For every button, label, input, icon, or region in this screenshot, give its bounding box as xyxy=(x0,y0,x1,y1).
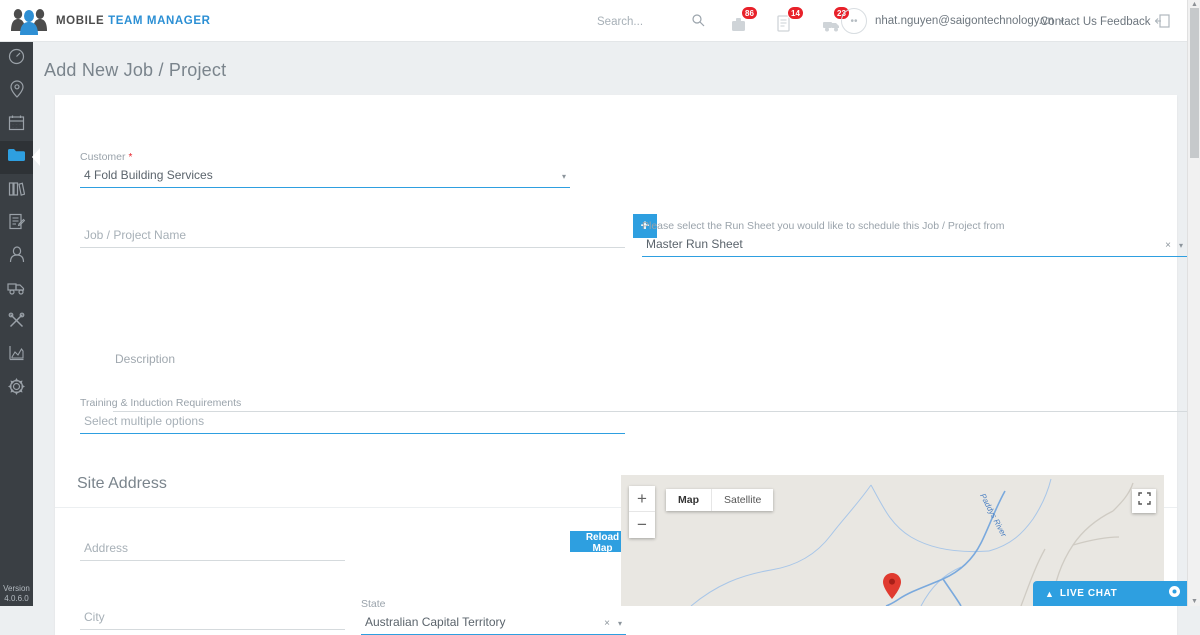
feedback-link[interactable]: Feedback xyxy=(1100,16,1151,28)
gear-icon xyxy=(8,378,25,400)
sidebar-item-tools[interactable] xyxy=(0,306,33,339)
job-name-field-group xyxy=(80,226,625,248)
chevron-down-icon[interactable]: ▾ xyxy=(1179,241,1183,250)
chart-icon xyxy=(8,345,25,366)
sidebar-item-dashboard[interactable] xyxy=(0,42,33,75)
sidebar-item-jobs-projects[interactable] xyxy=(0,141,33,174)
brand-name-secondary: TEAM MANAGER xyxy=(108,15,210,27)
scrollbar-thumb[interactable] xyxy=(1190,8,1199,158)
version-number: 4.0.6.0 xyxy=(0,594,33,604)
city-input[interactable] xyxy=(80,608,345,630)
notification-group: 86 14 23 xyxy=(728,6,846,34)
training-label: Training & Induction Requirements xyxy=(80,397,625,409)
speedometer-icon xyxy=(8,48,25,70)
sidebar-item-reports[interactable] xyxy=(0,339,33,372)
notification-jobs[interactable]: 86 xyxy=(728,6,754,34)
run-sheet-field-group: Please select the Run Sheet you would li… xyxy=(642,220,1187,257)
user-menu[interactable]: •• nhat.nguyen@saigontechnology.vn ▾ xyxy=(841,8,1064,34)
sidebar-item-forms[interactable] xyxy=(0,207,33,240)
truck-icon xyxy=(7,280,26,300)
sidebar-item-library[interactable] xyxy=(0,174,33,207)
map-marker-icon[interactable] xyxy=(883,573,901,604)
job-name-input[interactable] xyxy=(80,226,625,248)
calendar-icon xyxy=(8,114,25,136)
state-label: State xyxy=(361,598,626,610)
page-title: Add New Job / Project xyxy=(33,42,1193,81)
person-icon xyxy=(9,246,25,268)
search-box[interactable] xyxy=(595,12,715,32)
required-marker: * xyxy=(128,152,132,163)
folder-icon xyxy=(7,147,26,168)
search-icon[interactable] xyxy=(692,14,705,32)
state-input[interactable] xyxy=(361,613,626,635)
contact-us-link[interactable]: Contact Us xyxy=(1040,16,1097,28)
map-fullscreen-button[interactable] xyxy=(1132,489,1156,513)
document-edit-icon xyxy=(8,213,25,235)
clear-icon[interactable]: × xyxy=(1165,240,1171,251)
scroll-up-arrow-icon[interactable]: ▲ xyxy=(1191,1,1198,8)
map-type-satellite-button[interactable]: Satellite xyxy=(712,489,773,511)
map-pin-icon xyxy=(10,80,24,103)
badge-count: 86 xyxy=(741,6,758,20)
address-input[interactable] xyxy=(80,539,345,561)
user-email-label: nhat.nguyen@saigontechnology.vn xyxy=(875,15,1054,27)
notification-documents[interactable]: 14 xyxy=(774,6,800,34)
mobile-team-manager-logo-icon xyxy=(8,6,50,36)
brand-name-primary: MOBILE xyxy=(56,15,104,27)
logout-icon[interactable] xyxy=(1155,13,1171,34)
sidebar-item-fleet[interactable] xyxy=(0,273,33,306)
tools-cross-icon xyxy=(8,312,25,334)
chevron-down-icon[interactable]: ▾ xyxy=(618,619,622,628)
left-sidebar: Version 4.0.6.0 xyxy=(0,42,33,606)
avatar: •• xyxy=(841,8,867,34)
site-address-section-title: Site Address xyxy=(77,475,167,493)
books-icon xyxy=(8,180,25,202)
training-input[interactable] xyxy=(80,412,625,434)
run-sheet-label: Please select the Run Sheet you would li… xyxy=(642,220,1187,232)
customer-label: Customer * xyxy=(80,151,570,163)
brand-logo-area[interactable]: MOBILE TEAM MANAGER xyxy=(0,6,400,36)
clear-icon[interactable]: × xyxy=(604,618,610,629)
address-field-group xyxy=(80,539,345,561)
vertical-scrollbar[interactable]: ▲ ▼ xyxy=(1187,0,1200,606)
live-chat-widget[interactable]: ▲ LIVE CHAT xyxy=(1033,581,1193,606)
chevron-up-icon[interactable]: ▲ xyxy=(1045,589,1054,599)
search-input[interactable] xyxy=(595,15,690,29)
gear-icon[interactable] xyxy=(1168,585,1181,603)
map-type-switcher: Map Satellite xyxy=(666,489,773,511)
sidebar-item-staff[interactable] xyxy=(0,240,33,273)
badge-count: 14 xyxy=(787,6,804,20)
map-zoom-controls: + − xyxy=(629,486,655,538)
version-info: Version 4.0.6.0 xyxy=(0,584,33,604)
top-bar: MOBILE TEAM MANAGER 86 14 23 •• nhat.ngu… xyxy=(0,0,1200,42)
training-field-group: Training & Induction Requirements xyxy=(80,397,625,434)
sidebar-item-scheduling[interactable] xyxy=(0,108,33,141)
state-field-group: State × ▾ xyxy=(361,598,626,635)
fullscreen-icon xyxy=(1138,492,1151,510)
sidebar-item-locations[interactable] xyxy=(0,75,33,108)
live-chat-label: LIVE CHAT xyxy=(1060,588,1117,599)
customer-field-group: Customer * ▾ xyxy=(80,151,570,188)
chevron-down-icon[interactable]: ▾ xyxy=(562,172,566,181)
map-zoom-in-button[interactable]: + xyxy=(629,486,655,512)
version-label: Version xyxy=(0,584,33,594)
map-type-map-button[interactable]: Map xyxy=(666,489,712,511)
map-zoom-out-button[interactable]: − xyxy=(629,512,655,538)
sidebar-item-settings[interactable] xyxy=(0,372,33,405)
scroll-down-arrow-icon[interactable]: ▼ xyxy=(1191,598,1198,605)
customer-input[interactable] xyxy=(80,166,570,188)
city-field-group xyxy=(80,608,345,630)
run-sheet-input[interactable] xyxy=(642,235,1187,257)
